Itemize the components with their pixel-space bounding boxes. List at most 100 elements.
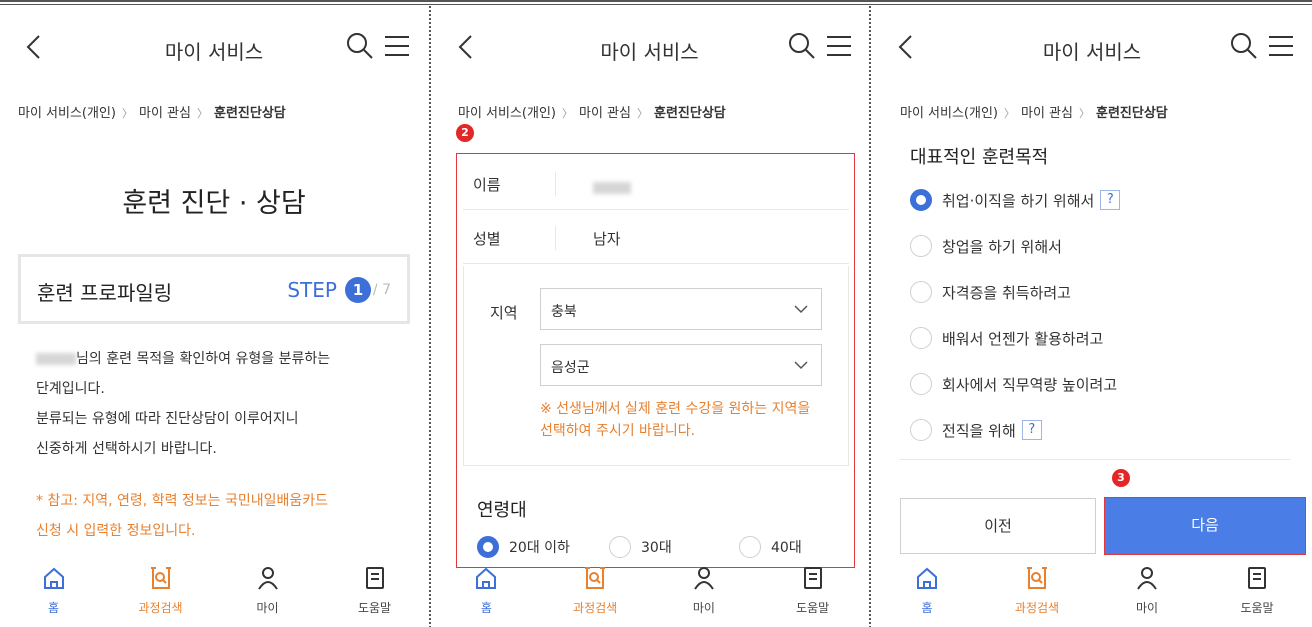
tab-help[interactable]: 도움말 [758, 561, 867, 627]
province-select[interactable]: 충북 [540, 288, 822, 330]
breadcrumb-separator-icon: 〉 [1078, 107, 1090, 120]
region-section: 지역 충북 음성군 ※ 선생님께서 실제 훈련 수강을 원하는 지역을 선택하여… [463, 266, 849, 466]
app-header: 마이 서비스 [872, 6, 1312, 86]
breadcrumb-item[interactable]: 마이 관심 [579, 106, 631, 121]
purpose-label: 배워서 언젠가 활용하려고 [942, 329, 1104, 348]
step-description: 님의 훈련 목적을 확인하여 유형을 분류하는 단계입니다. 분류되는 유형에 … [36, 344, 406, 464]
age-option-40s[interactable]: 40대 [739, 536, 802, 558]
age-option-label: 30대 [641, 540, 672, 556]
chevron-down-icon [794, 305, 808, 314]
prev-button[interactable]: 이전 [900, 498, 1096, 554]
person-icon [257, 567, 278, 590]
hamburger-menu-icon[interactable] [826, 34, 852, 58]
tab-label: 마이 [1135, 601, 1159, 615]
tab-course-search[interactable]: 과정검색 [107, 561, 214, 627]
profiling-label: 훈련 프로파일링 [37, 281, 173, 305]
annotation-badge: 2 [456, 124, 474, 142]
page-title: 훈련 진단 · 상담 [122, 188, 306, 219]
purpose-option[interactable]: 전직을 위해? [910, 419, 1042, 441]
breadcrumb: 마이 서비스(개인) 〉 마이 관심 〉 훈련진단상담 [458, 102, 726, 121]
tab-home[interactable]: 홈 [0, 561, 107, 627]
course-search-icon [1027, 567, 1047, 589]
name-row: 이름 [463, 158, 849, 210]
blurred-username [36, 353, 76, 365]
tab-label: 홈 [47, 601, 60, 615]
breadcrumb-item[interactable]: 마이 관심 [1021, 106, 1073, 121]
purpose-label: 취업·이직을 하기 위해서 [942, 191, 1095, 210]
tab-help[interactable]: 도움말 [1202, 561, 1312, 627]
search-icon[interactable] [346, 32, 374, 60]
gender-value: 남자 [593, 230, 621, 248]
purpose-option[interactable]: 자격증을 취득하려고 [910, 281, 1071, 303]
step-current: 1 [344, 277, 371, 303]
age-option-20s[interactable]: 20대 이하 [477, 536, 570, 558]
tab-course-search[interactable]: 과정검색 [982, 561, 1092, 627]
radio-selected-icon [477, 536, 499, 558]
description-line: 단계입니다. [36, 381, 105, 397]
top-border-inner [0, 4, 1312, 5]
breadcrumb-item[interactable]: 마이 서비스(개인) [18, 106, 116, 121]
bottom-tab-bar: 홈 과정검색 마이 도움말 [432, 561, 867, 627]
home-icon [43, 567, 64, 589]
purpose-title: 대표적인 훈련목적 [910, 147, 1049, 168]
home-icon [476, 567, 497, 589]
tab-home[interactable]: 홈 [432, 561, 541, 627]
age-option-label: 40대 [771, 540, 802, 556]
tab-label: 마이 [256, 601, 279, 615]
tab-home[interactable]: 홈 [872, 561, 982, 627]
breadcrumb: 마이 서비스(개인) 〉 마이 관심 〉 훈련진단상담 [18, 102, 286, 121]
step-indicator: STEP 1 / 7 [287, 277, 391, 303]
region-warning: ※ 선생님께서 실제 훈련 수강을 원하는 지역을 선택하여 주시기 바랍니다. [540, 398, 840, 442]
radio-icon [910, 419, 932, 441]
purpose-label: 회사에서 직무역량 높이려고 [942, 375, 1118, 394]
search-icon[interactable] [1230, 32, 1258, 60]
tab-label: 홈 [921, 601, 933, 615]
breadcrumb-current: 훈련진단상담 [213, 106, 286, 121]
purpose-option[interactable]: 창업을 하기 위해서 [910, 235, 1062, 257]
screen-1: 마이 서비스 마이 서비스(개인) 〉 마이 관심 〉 훈련진단상담 훈련 진단 · 상… [0, 6, 428, 627]
breadcrumb-item[interactable]: 마이 서비스(개인) [458, 106, 556, 121]
breadcrumb-separator-icon: 〉 [122, 107, 133, 120]
person-icon [1137, 567, 1157, 590]
help-question-icon[interactable]: ? [1100, 190, 1121, 210]
row-divider [555, 226, 556, 250]
tab-course-search[interactable]: 과정검색 [541, 561, 650, 627]
breadcrumb-item[interactable]: 마이 관심 [139, 106, 191, 121]
step-text: STEP [287, 278, 337, 302]
radio-icon [609, 536, 631, 558]
annotation-badge: 3 [1112, 469, 1130, 487]
gender-row: 성별 남자 [463, 212, 849, 264]
hamburger-menu-icon[interactable] [1268, 34, 1294, 58]
panel-divider [429, 6, 431, 627]
age-option-30s[interactable]: 30대 [609, 536, 672, 558]
user-info-form: 이름 성별 남자 지역 충북 음성군 ※ 선생님께서 실제 훈련 수강을 원하는… [456, 153, 855, 568]
description-line: 분류되는 유형에 따라 진단상담이 이루어지니 [36, 411, 299, 427]
app-header: 마이 서비스 [432, 6, 867, 86]
reference-note: * 참고: 지역, 연령, 학력 정보는 국민내일배움카드 신청 시 입력한 정… [36, 486, 406, 546]
purpose-label: 창업을 하기 위해서 [942, 237, 1062, 256]
next-button[interactable]: 다음 [1104, 497, 1306, 555]
city-select[interactable]: 음성군 [540, 344, 822, 386]
purpose-option[interactable]: 회사에서 직무역량 높이려고 [910, 373, 1117, 395]
city-value: 음성군 [551, 360, 590, 376]
breadcrumb-separator-icon: 〉 [636, 107, 648, 120]
purpose-option[interactable]: 배워서 언젠가 활용하려고 [910, 327, 1103, 349]
help-doc-icon [803, 567, 822, 589]
radio-icon [910, 373, 932, 395]
top-border [0, 0, 1312, 2]
home-icon [917, 567, 937, 589]
hamburger-menu-icon[interactable] [384, 34, 410, 58]
section-divider [900, 459, 1290, 460]
breadcrumb-item[interactable]: 마이 서비스(개인) [900, 106, 998, 121]
tab-label: 과정검색 [1014, 601, 1060, 615]
search-icon[interactable] [788, 32, 816, 60]
breadcrumb-current: 훈련진단상담 [653, 106, 726, 121]
tab-my[interactable]: 마이 [214, 561, 321, 627]
tab-label: 도움말 [796, 601, 830, 615]
tab-my[interactable]: 마이 [1092, 561, 1202, 627]
purpose-option[interactable]: 취업·이직을 하기 위해서? [910, 189, 1121, 211]
age-option-label: 20대 이하 [509, 540, 570, 556]
tab-my[interactable]: 마이 [650, 561, 759, 627]
tab-help[interactable]: 도움말 [321, 561, 428, 627]
help-question-icon[interactable]: ? [1021, 420, 1042, 440]
